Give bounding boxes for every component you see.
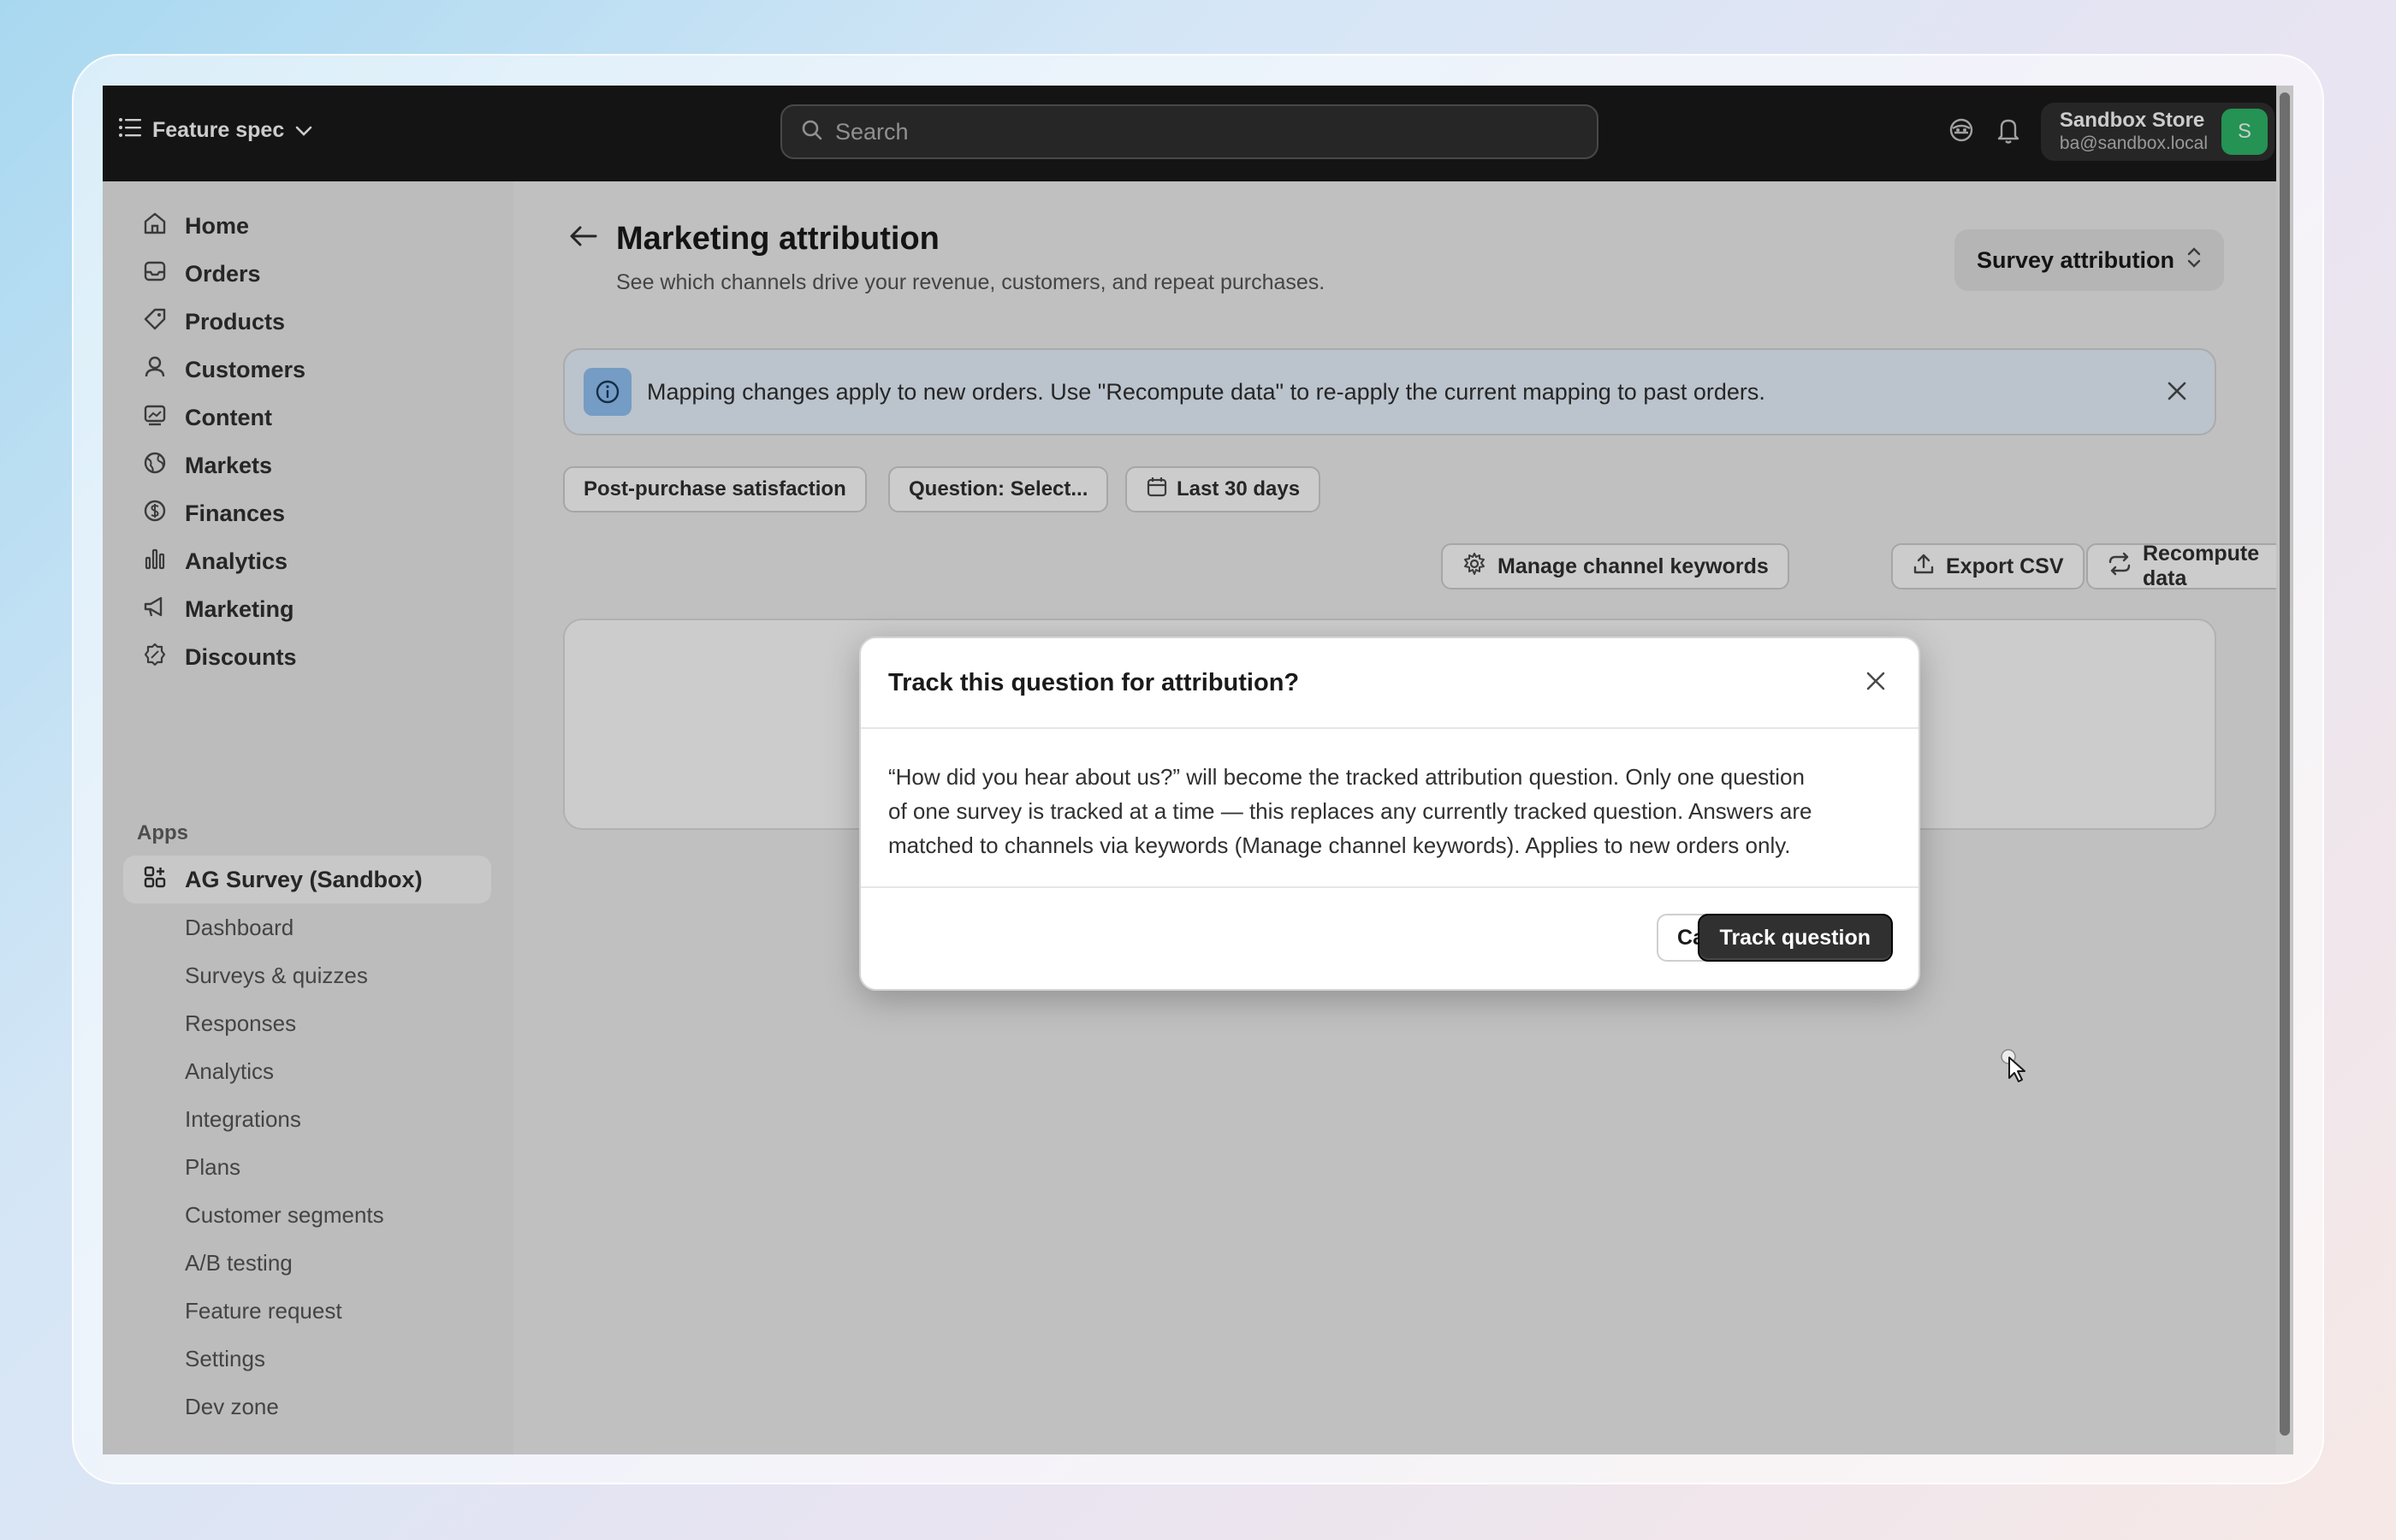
modal-body-line: “How did you hear about us?” will become… bbox=[888, 764, 1805, 790]
modal-footer: Cancel Track question bbox=[861, 888, 1919, 989]
mouse-cursor-icon bbox=[2001, 1049, 2031, 1087]
modal-body: “How did you hear about us?” will become… bbox=[861, 729, 1919, 888]
modal-body-line: of one survey is tracked at a time — thi… bbox=[888, 798, 1812, 824]
modal-header: Track this question for attribution? bbox=[861, 638, 1919, 729]
app-window: Feature spec Search Sandbox Store ba@san… bbox=[103, 86, 2293, 1454]
modal-title: Track this question for attribution? bbox=[888, 668, 1300, 696]
close-icon[interactable] bbox=[1864, 669, 1888, 697]
track-question-modal: Track this question for attribution? “Ho… bbox=[859, 637, 1920, 991]
modal-body-line: matched to channels via keywords (Manage… bbox=[888, 832, 1791, 858]
track-question-button[interactable]: Track question bbox=[1697, 914, 1893, 962]
